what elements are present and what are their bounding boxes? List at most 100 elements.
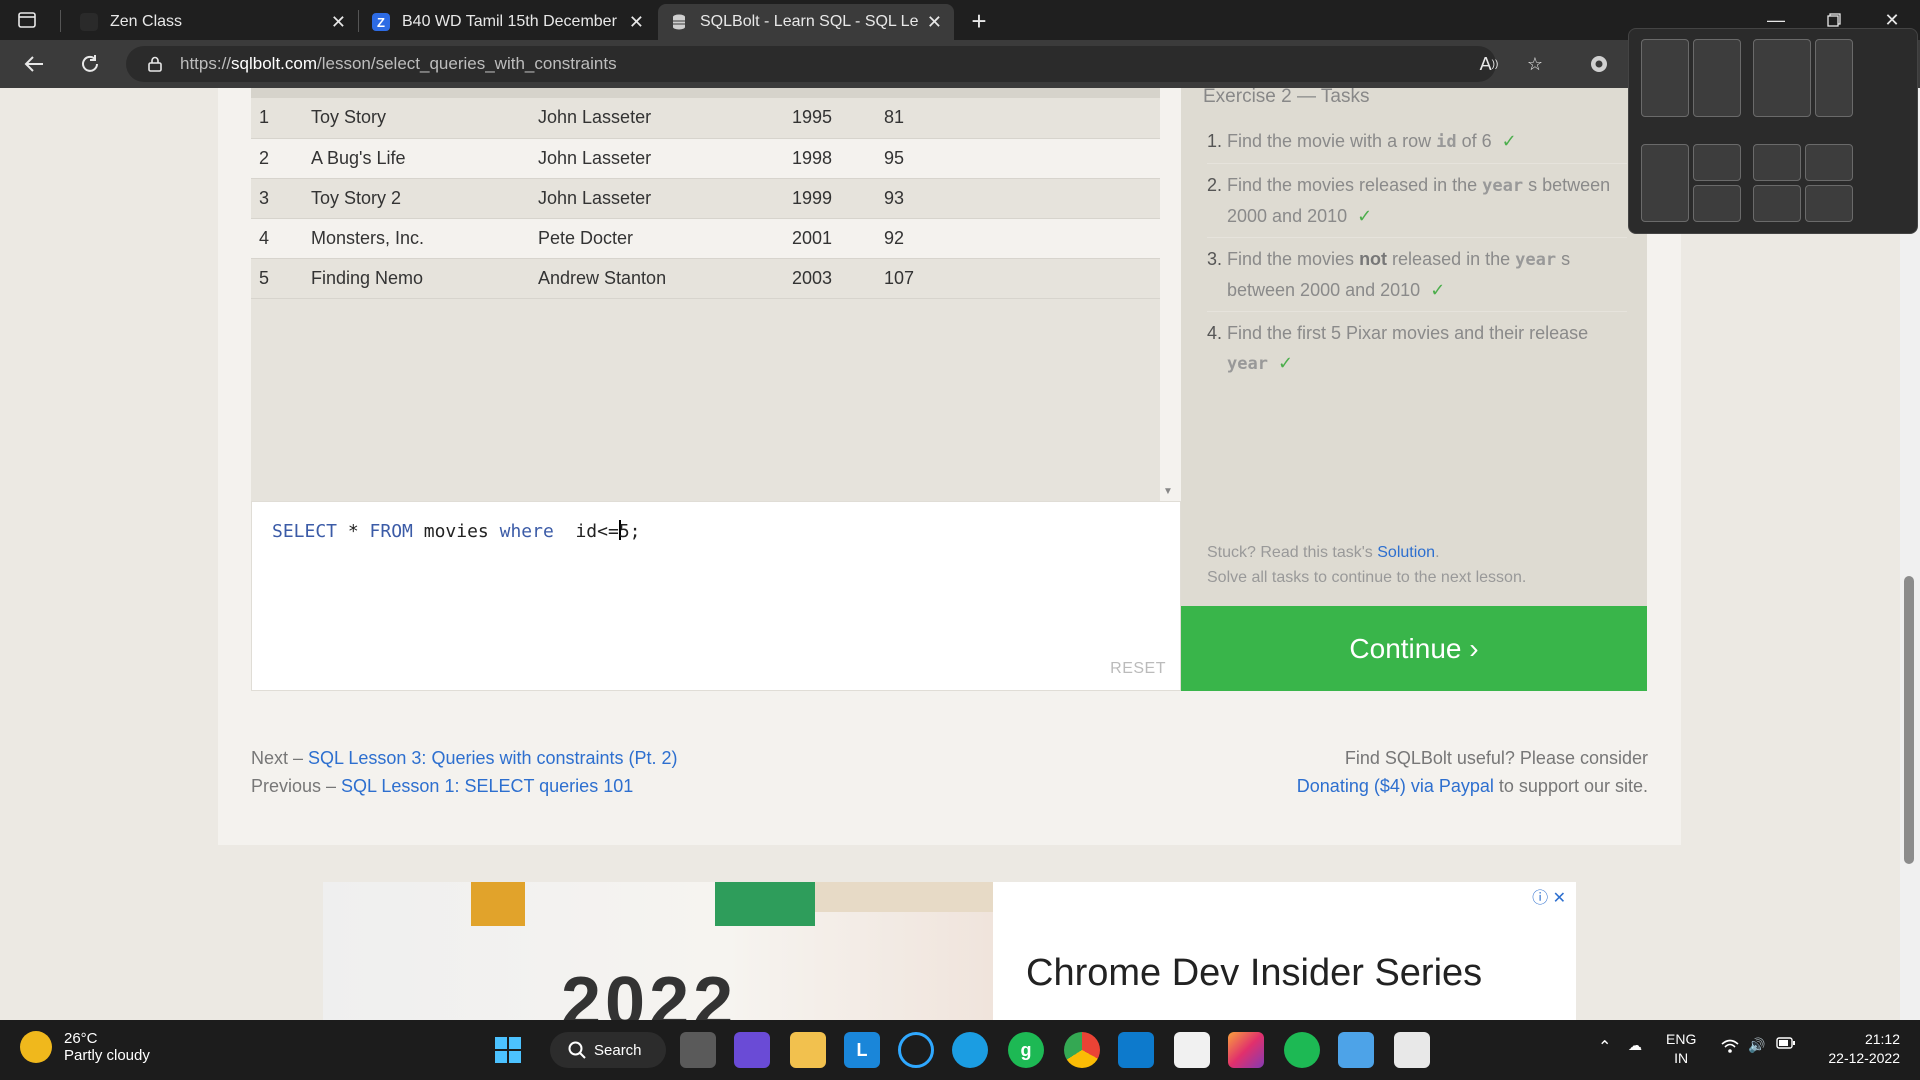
tasks-title: Exercise 2 — Tasks xyxy=(1203,88,1370,107)
reset-button[interactable]: RESET xyxy=(1110,660,1166,678)
show-hidden-icons-chevron-icon[interactable]: ⌃ xyxy=(1598,1038,1611,1057)
edge-browser-icon[interactable] xyxy=(952,1032,988,1068)
table-cell: 2001 xyxy=(784,218,876,259)
sql-token: * xyxy=(337,521,370,542)
ad-shape xyxy=(471,882,525,926)
tasks-panel: Exercise 2 — Tasks 1. Find the movie wit… xyxy=(1181,88,1647,606)
clock[interactable]: 21:12 22-12-2022 xyxy=(1816,1030,1900,1068)
task-view-icon[interactable] xyxy=(680,1032,716,1068)
spotify-icon[interactable] xyxy=(1284,1032,1320,1068)
partly-cloudy-icon xyxy=(20,1031,52,1063)
table-cell: 1998 xyxy=(784,138,876,179)
notepad-icon[interactable] xyxy=(1338,1032,1374,1068)
cortana-icon[interactable] xyxy=(898,1032,934,1068)
checkmark-icon: ✓ xyxy=(1277,353,1294,373)
scroll-down-arrow-icon[interactable]: ▼ xyxy=(1163,486,1173,497)
continue-button[interactable]: Continue › xyxy=(1181,606,1647,691)
volume-icon[interactable]: 🔊 xyxy=(1748,1036,1765,1055)
sql-token: movies xyxy=(412,521,500,542)
sql-query-text[interactable]: SELECT * FROM movies where id<=5; xyxy=(272,520,641,542)
snap-zone[interactable] xyxy=(1753,144,1801,181)
table-cell: John Lasseter xyxy=(530,178,784,219)
language-indicator[interactable]: ENG IN xyxy=(1666,1030,1696,1068)
url-input[interactable]: https://sqlbolt.com/lesson/select_querie… xyxy=(126,46,1496,82)
tab-zen-class[interactable]: Zen Class ✕ xyxy=(68,4,358,40)
task-code: id xyxy=(1436,132,1457,152)
close-icon[interactable]: ✕ xyxy=(331,12,346,33)
snap-zone[interactable] xyxy=(1815,39,1853,117)
sql-token: id<= xyxy=(553,521,619,542)
task-text: released in the xyxy=(1387,249,1516,269)
snap-zone[interactable] xyxy=(1641,144,1689,222)
task-code: year xyxy=(1482,176,1524,196)
snap-zone[interactable] xyxy=(1753,185,1801,222)
lock-icon xyxy=(148,56,162,72)
wifi-icon[interactable] xyxy=(1720,1038,1740,1059)
new-tab-button[interactable]: + xyxy=(962,4,996,38)
table-cell: 95 xyxy=(876,138,1160,179)
tab-sqlbolt[interactable]: SQLBolt - Learn SQL - SQL Lesso ✕ xyxy=(658,4,954,40)
task-number: 2. xyxy=(1207,175,1223,195)
snap-zone[interactable] xyxy=(1641,39,1689,117)
tab-b40-wd[interactable]: Z B40 WD Tamil 15th December 20 ✕ xyxy=(360,4,656,40)
onedrive-cloud-icon[interactable]: ☁ xyxy=(1628,1036,1642,1055)
close-icon[interactable]: ✕ xyxy=(927,12,942,33)
next-lesson-link[interactable]: SQL Lesson 3: Queries with constraints (… xyxy=(308,748,678,768)
extension-icon[interactable] xyxy=(1584,50,1614,78)
task-text: Find the movies released in the xyxy=(1227,175,1483,195)
temperature: 26°C xyxy=(64,1030,98,1047)
table-cell: Andrew Stanton xyxy=(530,258,784,299)
zen-class-favicon-icon xyxy=(80,13,98,31)
task-number: 1. xyxy=(1207,131,1223,151)
chrome-icon[interactable] xyxy=(1064,1032,1100,1068)
teams-chat-icon[interactable] xyxy=(734,1032,770,1068)
snipping-tool-icon[interactable] xyxy=(1394,1032,1430,1068)
solution-link[interactable]: Solution xyxy=(1377,544,1435,561)
app-l-icon[interactable]: L xyxy=(844,1032,880,1068)
weather-description: Partly cloudy xyxy=(64,1047,150,1064)
next-prefix: Next – xyxy=(251,748,309,768)
donate-link[interactable]: Donating ($4) via Paypal xyxy=(1297,776,1494,796)
snap-zone[interactable] xyxy=(1693,39,1741,117)
app-g-icon[interactable]: g xyxy=(1008,1032,1044,1068)
snap-zone[interactable] xyxy=(1805,185,1853,222)
weather-widget[interactable]: 26°C Partly cloudy xyxy=(20,1030,150,1064)
url-prefix: https:// xyxy=(180,54,232,73)
snap-zone[interactable] xyxy=(1753,39,1811,117)
favorite-star-icon[interactable]: ☆ xyxy=(1520,50,1550,78)
ad-info-close-icon[interactable]: ⓘ ✕ xyxy=(1532,884,1566,908)
start-windows-icon[interactable] xyxy=(490,1032,526,1068)
tab-title: B40 WD Tamil 15th December 20 xyxy=(402,13,621,30)
prev-prefix: Previous – xyxy=(251,776,342,796)
close-icon[interactable]: ✕ xyxy=(629,12,644,33)
checkmark-icon: ✓ xyxy=(1357,206,1373,226)
search-label: Search xyxy=(594,1041,642,1059)
tab-actions-icon[interactable] xyxy=(14,8,40,32)
read-aloud-icon[interactable]: A)) xyxy=(1474,50,1504,78)
instagram-icon[interactable] xyxy=(1228,1032,1264,1068)
taskbar-search-button[interactable]: Search xyxy=(550,1032,666,1068)
table-cell: 3 xyxy=(251,178,303,219)
url-host: sqlbolt.com xyxy=(231,54,318,73)
vscode-icon[interactable] xyxy=(1118,1032,1154,1068)
file-explorer-icon[interactable] xyxy=(790,1032,826,1068)
snap-zone[interactable] xyxy=(1805,144,1853,181)
snap-zone[interactable] xyxy=(1693,144,1741,181)
date: 22-12-2022 xyxy=(1828,1050,1900,1066)
ad-artwork: 2022 xyxy=(323,882,993,1020)
ad-year: 2022 xyxy=(561,963,738,1020)
reload-button[interactable] xyxy=(72,48,108,80)
scrollbar-thumb[interactable] xyxy=(1904,576,1914,864)
advertisement-banner[interactable]: 2022 Chrome Dev Insider Series ⓘ ✕ xyxy=(323,882,1576,1020)
table-cell: 4 xyxy=(251,218,303,259)
battery-icon[interactable] xyxy=(1776,1036,1796,1055)
previous-lesson-link[interactable]: SQL Lesson 1: SELECT queries 101 xyxy=(341,776,633,796)
microsoft-store-icon[interactable] xyxy=(1174,1032,1210,1068)
table-cell: 107 xyxy=(876,258,1160,299)
snap-zone[interactable] xyxy=(1693,185,1741,222)
back-button[interactable] xyxy=(16,48,52,80)
sql-editor[interactable]: SELECT * FROM movies where id<=5; RESET xyxy=(251,501,1181,691)
support-message: Find SQLBolt useful? Please consider Don… xyxy=(1297,744,1648,800)
snap-layouts-flyout xyxy=(1628,28,1918,234)
table-cell: Monsters, Inc. xyxy=(303,218,530,259)
